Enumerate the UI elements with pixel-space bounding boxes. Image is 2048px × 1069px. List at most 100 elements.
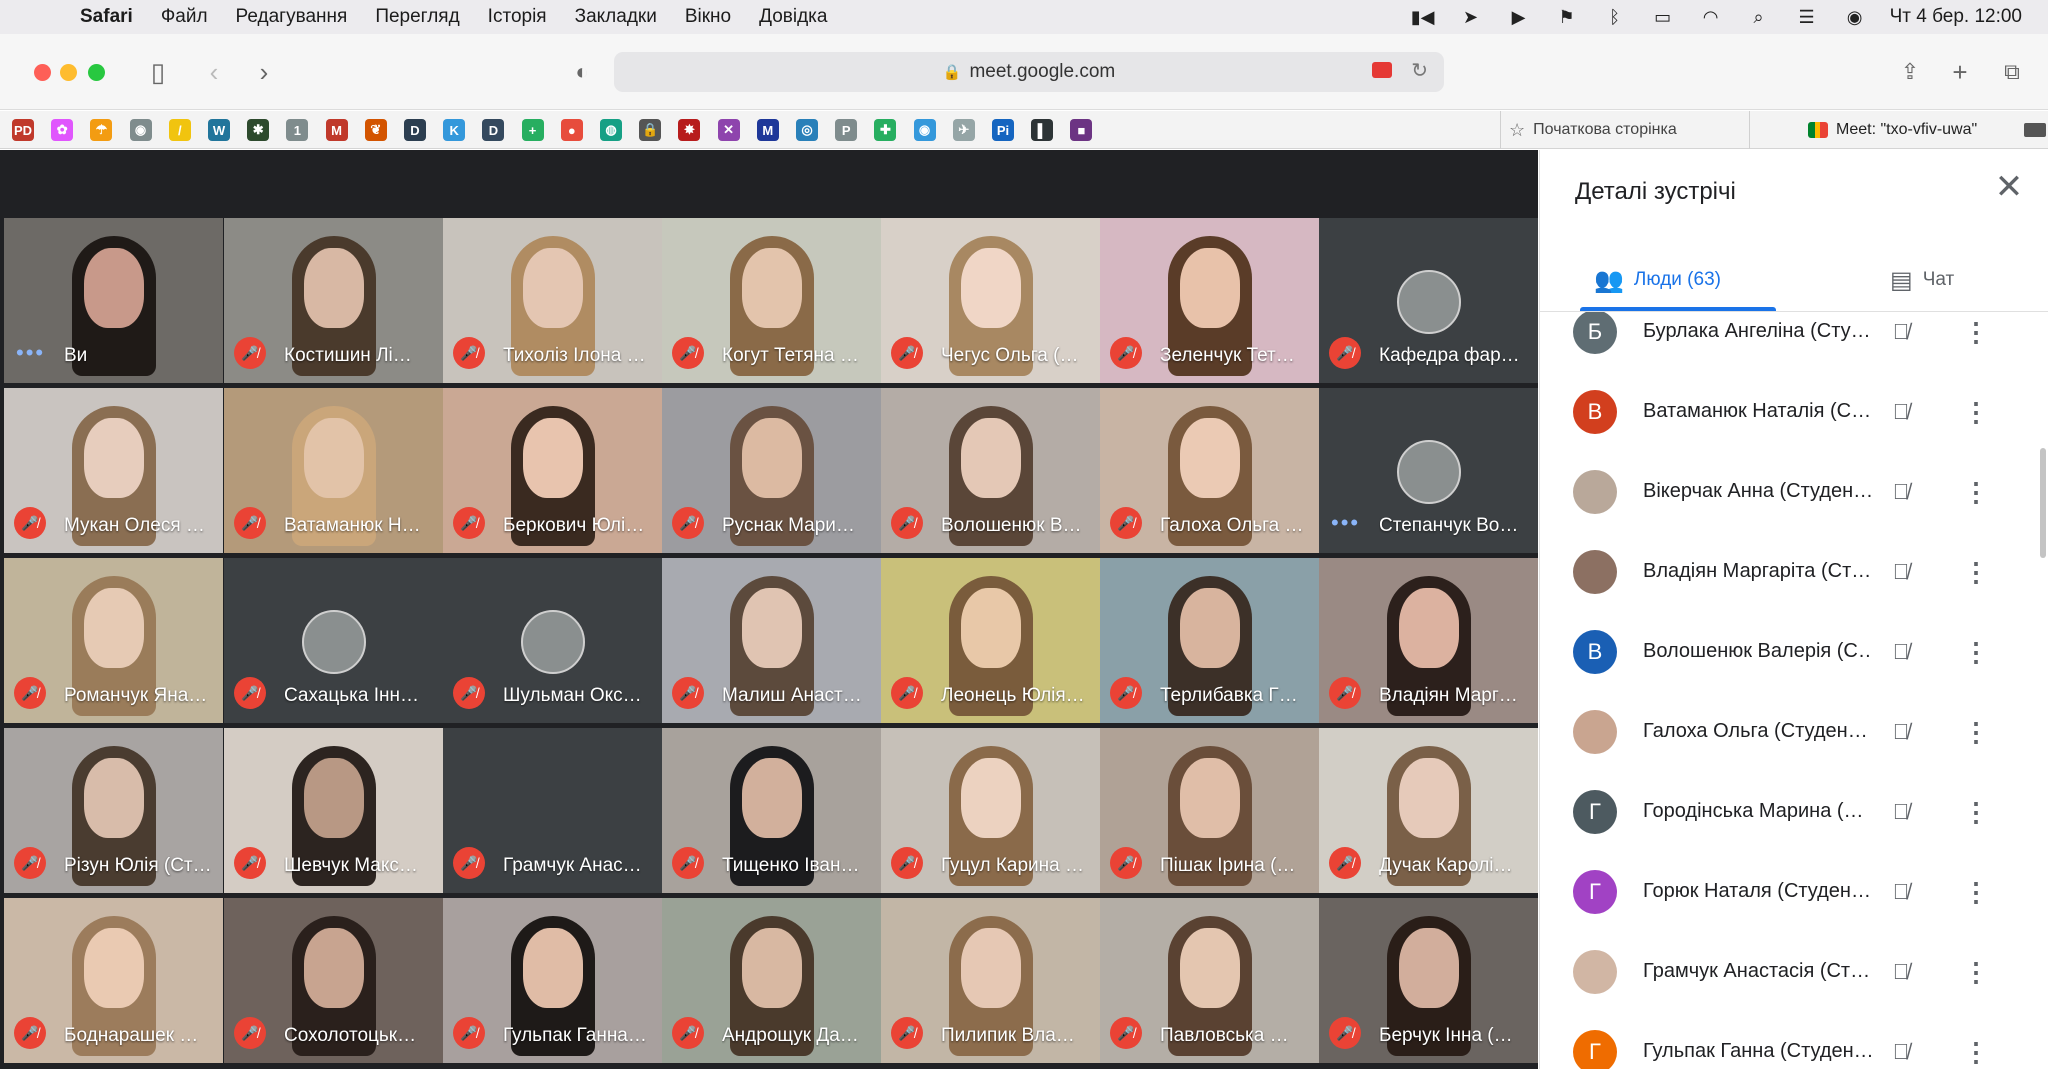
participant-tile[interactable]: 🎤̸ Гуцул Карина … xyxy=(881,728,1100,893)
participant-tile[interactable]: 🎤̸ Кафедра фар… xyxy=(1319,218,1538,383)
more-options-icon[interactable]: ⋮ xyxy=(1960,716,1992,748)
bookmark-icon[interactable]: M xyxy=(756,119,779,141)
zoom-window-button[interactable] xyxy=(88,64,105,81)
participant-tile[interactable]: 🎤̸ Костишин Лі… xyxy=(224,218,443,383)
more-options-icon[interactable]: ⋮ xyxy=(1960,1036,1992,1068)
bookmark-icon[interactable]: ● xyxy=(560,119,583,141)
participant-tile[interactable]: ••• Ви xyxy=(4,218,223,383)
bookmark-icon[interactable]: ✈ xyxy=(952,119,975,141)
spotlight-search-icon[interactable]: ⌕ xyxy=(1746,6,1772,28)
privacy-shield-icon[interactable]: ◐ xyxy=(564,54,600,90)
bookmark-icon[interactable]: ◉ xyxy=(129,119,152,141)
bookmark-icon[interactable]: ❦ xyxy=(364,119,387,141)
participant-tile[interactable]: 🎤̸ Владіян Марг… xyxy=(1319,558,1538,723)
bookmark-icon[interactable]: ✚ xyxy=(874,119,897,141)
start-page-bookmark[interactable]: ☆ Початкова сторінка xyxy=(1500,111,1750,149)
bookmark-icon[interactable]: ☂ xyxy=(90,119,113,141)
mic-off-icon[interactable]: 🎙̸ xyxy=(1885,636,1917,668)
more-options-icon[interactable]: ⋮ xyxy=(1960,876,1992,908)
share-icon[interactable]: ⇪ xyxy=(1892,54,1928,90)
participant-tile[interactable]: 🎤̸ Берчук Інна (… xyxy=(1319,898,1538,1063)
forward-chevron-icon[interactable]: › xyxy=(246,54,282,90)
participant-tile[interactable]: 🎤̸ Різун Юлія (Ст… xyxy=(4,728,223,893)
back-chevron-icon[interactable]: ‹ xyxy=(196,54,232,90)
participant-tile[interactable]: 🎤̸ Сахацька Інн… xyxy=(224,558,443,723)
participant-row[interactable]: В Ватаманюк Наталія (С… 🎙̸ ⋮ xyxy=(1540,370,2048,450)
siri-icon[interactable]: ◉ xyxy=(1842,6,1868,28)
bookmark-icon[interactable]: / xyxy=(168,119,191,141)
mic-off-icon[interactable]: 🎙̸ xyxy=(1885,716,1917,748)
participant-tile[interactable]: 🎤̸ Чегус Ольга (… xyxy=(881,218,1100,383)
menu-help[interactable]: Довідка xyxy=(759,6,827,28)
mic-off-icon[interactable]: 🎙̸ xyxy=(1885,876,1917,908)
bookmark-icon[interactable]: + xyxy=(521,119,544,141)
participant-tile[interactable]: 🎤̸ Малиш Анаст… xyxy=(662,558,881,723)
second-tab-icon[interactable] xyxy=(2024,123,2046,137)
menu-file[interactable]: Файл xyxy=(161,6,208,28)
participant-tile[interactable]: 🎤̸ Беркович Юлі… xyxy=(443,388,662,553)
participant-row[interactable]: В Волошенюк Валерія (С… 🎙̸ ⋮ xyxy=(1540,610,2048,690)
close-panel-icon[interactable]: ✕ xyxy=(1992,170,2026,206)
participant-tile[interactable]: 🎤̸ Дучак Каролі… xyxy=(1319,728,1538,893)
participant-tile[interactable]: ••• Степанчук Во… xyxy=(1319,388,1538,553)
bookmark-icon[interactable]: D xyxy=(404,119,426,141)
participant-tile[interactable]: 🎤̸ Руснак Мари… xyxy=(662,388,881,553)
bookmark-icon[interactable]: P xyxy=(835,119,858,141)
participant-tile[interactable]: 🎤̸ Галоха Ольга … xyxy=(1100,388,1319,553)
mic-off-icon[interactable]: 🎙̸ xyxy=(1885,796,1917,828)
participant-row[interactable]: Владіян Маргаріта (Ст… 🎙̸ ⋮ xyxy=(1540,530,2048,610)
menu-view[interactable]: Перегляд xyxy=(375,6,459,28)
participant-tile[interactable]: 🎤̸ Пішак Ірина (… xyxy=(1100,728,1319,893)
battery-icon[interactable]: ▭ xyxy=(1650,6,1676,28)
camera-recording-icon[interactable] xyxy=(1372,62,1392,78)
participant-tile[interactable]: 🎤̸ Грамчук Анас… xyxy=(443,728,662,893)
participant-tile[interactable]: 🎤̸ Тищенко Іван… xyxy=(662,728,881,893)
bookmark-icon[interactable]: 1 xyxy=(286,119,309,141)
participant-tile[interactable]: 🎤̸ Пилипик Вла… xyxy=(881,898,1100,1063)
bookmark-icon[interactable]: ✸ xyxy=(678,119,701,141)
menu-app-safari[interactable]: Safari xyxy=(80,6,133,28)
more-options-icon[interactable]: ⋮ xyxy=(1960,556,1992,588)
bookmark-icon[interactable]: ✱ xyxy=(247,119,270,141)
bookmark-icon[interactable]: ◍ xyxy=(600,119,622,141)
menu-bookmarks[interactable]: Закладки xyxy=(575,6,657,28)
menu-edit[interactable]: Редагування xyxy=(236,6,348,28)
more-options-icon[interactable]: ⋮ xyxy=(1960,636,1992,668)
more-options-icon[interactable]: ⋮ xyxy=(1960,956,1992,988)
tab-overview-icon[interactable]: ⧉ xyxy=(1994,54,2030,90)
participant-tile[interactable]: 🎤̸ Шевчук Макс… xyxy=(224,728,443,893)
participant-row[interactable]: Г Гульпак Ганна (Студен… 🎙̸ ⋮ xyxy=(1540,1010,2048,1069)
participant-row[interactable]: Грамчук Анастасія (Ст… 🎙̸ ⋮ xyxy=(1540,930,2048,1010)
bookmark-icon[interactable]: ◉ xyxy=(913,119,936,141)
participant-tile[interactable]: 🎤̸ Волошенюк В… xyxy=(881,388,1100,553)
bookmark-icon[interactable]: W xyxy=(208,119,230,141)
participant-tile[interactable]: 🎤̸ Сохолотоцьк… xyxy=(224,898,443,1063)
menu-history[interactable]: Історія xyxy=(488,6,547,28)
bookmark-icon[interactable]: M xyxy=(325,119,348,141)
participant-row[interactable]: Вікерчак Анна (Студен… 🎙̸ ⋮ xyxy=(1540,450,2048,530)
wifi-icon[interactable]: ◠ xyxy=(1698,6,1724,28)
sidebar-toggle-icon[interactable]: ▯ xyxy=(140,54,176,90)
bluetooth-icon[interactable]: ᛒ xyxy=(1602,6,1628,28)
participant-tile[interactable]: 🎤̸ Романчук Яна… xyxy=(4,558,223,723)
bookmark-icon[interactable]: ▌ xyxy=(1031,119,1054,141)
minimize-window-button[interactable] xyxy=(60,64,77,81)
participant-tile[interactable]: 🎤̸ Ватаманюк Н… xyxy=(224,388,443,553)
meet-tab[interactable]: Meet: "txo-vfiv-uwa" xyxy=(1808,111,1977,149)
participant-tile[interactable]: 🎤̸ Шульман Окс… xyxy=(443,558,662,723)
participant-tile[interactable]: 🎤̸ Павловська … xyxy=(1100,898,1319,1063)
bookmark-icon[interactable]: ◎ xyxy=(796,119,818,141)
participant-tile[interactable]: 🎤̸ Андрощук Да… xyxy=(662,898,881,1063)
more-options-icon[interactable]: ⋮ xyxy=(1960,396,1992,428)
camera-status-icon[interactable]: ▮◀ xyxy=(1410,6,1436,28)
more-options-icon[interactable]: ⋮ xyxy=(1960,476,1992,508)
bookmark-icon[interactable]: ✿ xyxy=(51,119,74,141)
close-window-button[interactable] xyxy=(34,64,51,81)
participant-row[interactable]: Галоха Ольга (Студен… 🎙̸ ⋮ xyxy=(1540,690,2048,770)
us-flag-icon[interactable]: ⚑ xyxy=(1554,6,1580,28)
reload-icon[interactable]: ↻ xyxy=(1411,58,1428,83)
mic-off-icon[interactable]: 🎙̸ xyxy=(1885,316,1917,348)
more-options-icon[interactable]: ⋮ xyxy=(1960,796,1992,828)
bookmark-icon[interactable]: ■ xyxy=(1070,119,1093,141)
people-scrollbar[interactable] xyxy=(2040,448,2046,558)
